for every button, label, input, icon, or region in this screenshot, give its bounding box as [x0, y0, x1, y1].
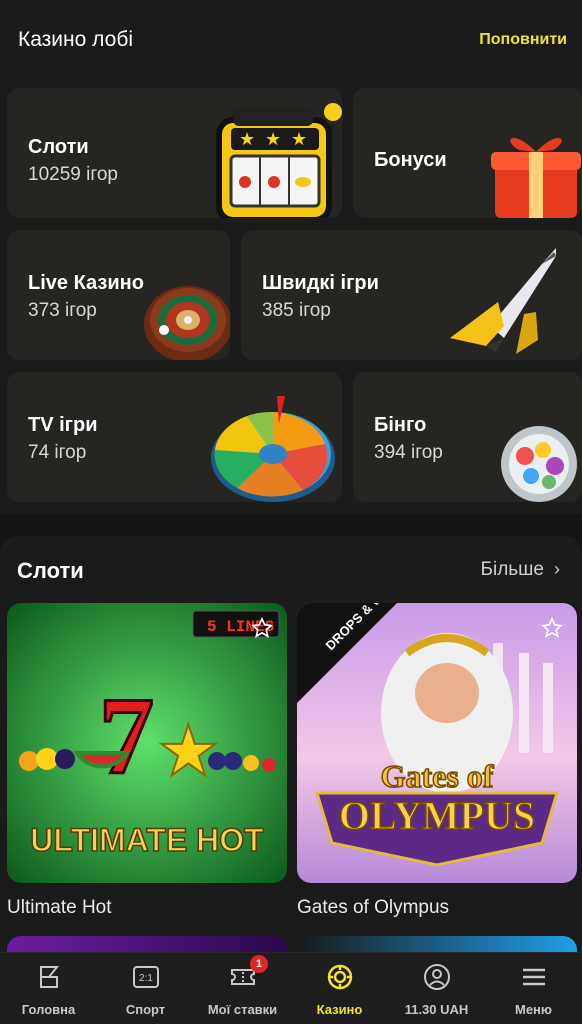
svg-text:Gates of: Gates of — [381, 758, 494, 794]
nav-label: Спорт — [125, 1002, 166, 1017]
category-name: Бонуси — [374, 149, 447, 171]
nav-menu[interactable]: Меню — [485, 953, 582, 1024]
category-count: 385 ігор — [262, 300, 331, 321]
game-artwork: DROPS & WINS Gates of OLYMPUS — [297, 603, 577, 883]
account-icon — [423, 964, 450, 990]
nav-label: 11.30 UAH — [404, 1002, 469, 1017]
game-artwork: 5 LINES 7 ★ ULTIMATE HOT — [7, 603, 287, 883]
category-count: 373 ігор — [28, 300, 97, 321]
category-name: Слоти — [28, 136, 89, 158]
svg-text:★: ★ — [291, 129, 307, 149]
nav-label: Головна — [21, 1002, 76, 1017]
nav-casino[interactable]: Казино — [291, 953, 388, 1024]
nav-label: Мої ставки — [207, 1002, 278, 1017]
scoreboard-icon: 2:1 — [132, 966, 159, 988]
slot-machine-icon: ★ ★ ★ — [216, 103, 342, 218]
svg-text:★: ★ — [239, 129, 255, 149]
casino-chip-icon — [327, 964, 352, 990]
category-card-fast-games[interactable]: Швидкі ігри 385 ігор — [241, 230, 582, 360]
category-card-bingo[interactable]: Бінго 394 ігор — [353, 372, 582, 502]
category-count: 394 ігор — [374, 442, 443, 463]
category-count: 10259 ігор — [28, 164, 118, 185]
category-name: TV ігри — [28, 414, 98, 436]
gift-icon — [491, 137, 581, 218]
more-link[interactable]: Більше › — [481, 559, 561, 581]
nav-my-bets[interactable]: 1 Мої ставки — [194, 953, 291, 1024]
nav-home[interactable]: Головна — [0, 953, 97, 1024]
bingo-drum-icon — [501, 426, 577, 502]
wheel-of-fortune-icon — [211, 396, 335, 502]
category-card-bonuses[interactable]: Бонуси — [353, 88, 582, 218]
svg-text:ULTIMATE HOT: ULTIMATE HOT — [30, 822, 264, 858]
game-name[interactable]: Ultimate Hot — [7, 897, 112, 919]
bottom-nav: Головна 2:1 Спорт 1 Мої ставки Казино 11… — [0, 952, 582, 1024]
chevron-right-icon: › — [554, 559, 560, 579]
game-card-ultimate-hot[interactable]: 5 LINES 7 ★ ULTIMATE HOT — [7, 603, 287, 883]
category-name: Швидкі ігри — [262, 272, 379, 294]
home-icon — [39, 966, 59, 988]
top-up-button[interactable]: Поповнити — [479, 31, 567, 49]
svg-text:OLYMPUS: OLYMPUS — [339, 793, 535, 838]
category-grid: Слоти 10259 ігор ★ ★ ★ Бонуси Live Казин… — [0, 80, 582, 514]
section-title: Слоти — [17, 558, 84, 583]
roulette-icon — [144, 286, 230, 360]
category-card-slots[interactable]: Слоти 10259 ігор ★ ★ ★ — [7, 88, 342, 218]
nav-label: Меню — [514, 1002, 552, 1017]
category-card-tv-games[interactable]: TV ігри 74 ігор — [7, 372, 342, 502]
header: Казино лобі Поповнити — [0, 0, 582, 80]
nav-sport[interactable]: 2:1 Спорт — [97, 953, 194, 1024]
favorite-star-icon[interactable] — [541, 617, 563, 639]
nav-label: Казино — [316, 1002, 363, 1017]
svg-text:7: 7 — [99, 675, 154, 797]
svg-text:★: ★ — [265, 129, 281, 149]
category-name: Live Казино — [28, 272, 144, 294]
page-title: Казино лобі — [18, 28, 134, 51]
category-card-live-casino[interactable]: Live Казино 373 ігор — [7, 230, 230, 360]
nav-account[interactable]: 11.30 UAH — [388, 953, 485, 1024]
category-name: Бінго — [374, 414, 427, 436]
category-count: 74 ігор — [28, 442, 87, 463]
svg-text:★: ★ — [157, 712, 220, 790]
favorite-star-icon[interactable] — [251, 617, 273, 639]
more-label: Більше — [480, 559, 545, 580]
game-card-gates-of-olympus[interactable]: DROPS & WINS Gates of OLYMPUS — [297, 603, 577, 883]
svg-text:2:1: 2:1 — [139, 973, 153, 984]
notification-badge: 1 — [250, 955, 268, 973]
jet-icon — [450, 248, 556, 354]
menu-icon — [522, 968, 545, 986]
game-name[interactable]: Gates of Olympus — [297, 897, 449, 919]
